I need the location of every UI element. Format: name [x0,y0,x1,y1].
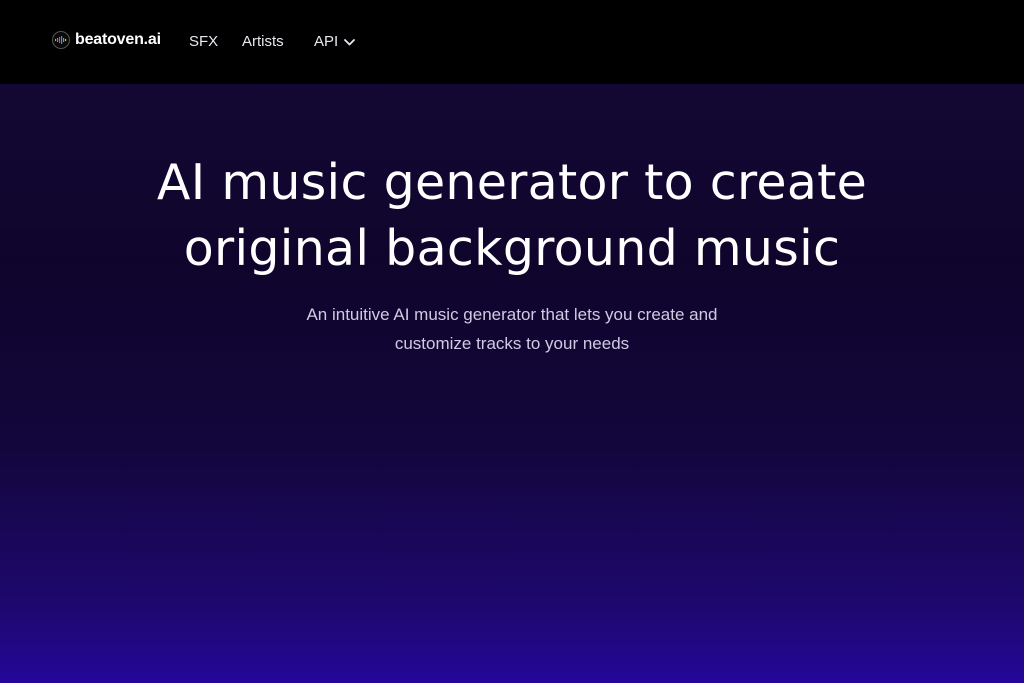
nav-link-api[interactable]: API [314,33,356,50]
hero-subtitle: An intuitive AI music generator that let… [262,300,762,358]
brand-name: beatoven.ai [75,31,161,48]
hero-section: AI music generator to create original ba… [0,84,1024,683]
hero-subtitle-line-2: customize tracks to your needs [394,334,630,353]
chevron-down-icon [344,33,356,50]
top-navbar: beatoven.ai SFX Artists API [0,0,1024,84]
hero-title-line-2: original background music [183,220,841,277]
hero-title: AI music generator to create original ba… [0,150,1024,282]
hero-subtitle-line-1: An intuitive AI music generator that let… [306,305,718,324]
brand-link[interactable]: beatoven.ai [52,31,161,49]
nav-link-api-label: API [314,33,339,50]
hero-title-line-1: AI music generator to create [156,154,868,211]
waveform-logo-icon [52,31,70,49]
nav-link-artists[interactable]: Artists [242,33,284,50]
nav-link-sfx[interactable]: SFX [189,33,218,50]
